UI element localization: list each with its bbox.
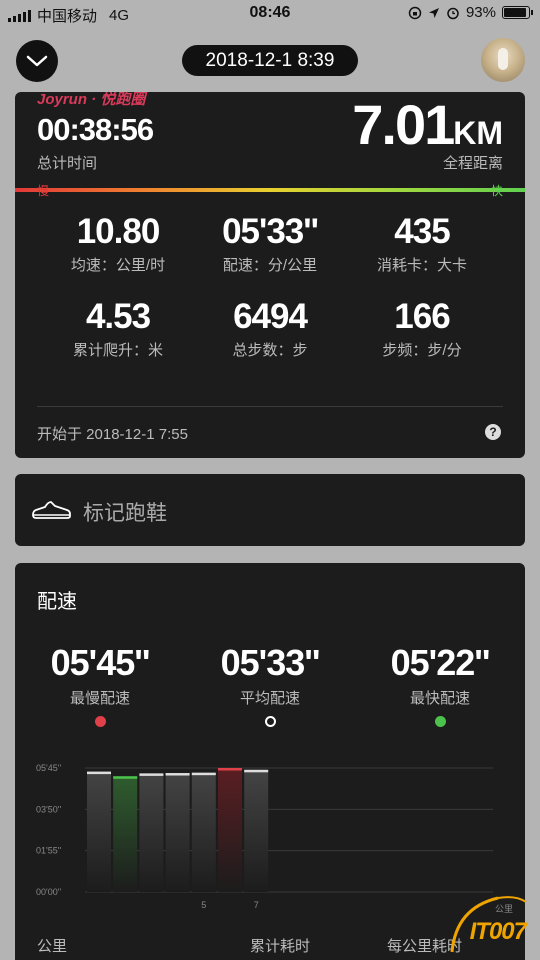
location-icon [428,7,439,18]
total-distance-label: 全程距离 [442,155,503,172]
slowest-pace-stat: 05'45'' 最慢配速 [15,643,185,727]
pace-bar-cap [113,776,138,779]
total-duration-label: 总计时间 [37,155,98,172]
stat-value: 166 [394,297,450,336]
pace-bar-cap [244,769,269,773]
pace-bar-cap [218,768,242,771]
y-tick-label: 00'00'' [36,887,61,897]
avg-speed-stat: 10.80 均速：公里/时 [33,212,203,275]
stat-value: 6494 [233,297,308,336]
average-pace-stat: 05'33'' 平均配速 [185,643,355,727]
pace-bar-cap [139,773,164,776]
cadence-stat: 166 步频：步/分 [337,297,507,360]
pace-bar-km-7 [244,769,269,892]
watermark: IT007 [446,890,532,956]
fast-label: 快 [490,184,503,198]
pace-bar-cap [87,771,111,775]
pace-title: 配速 [37,591,77,613]
pace-bar-cap [191,772,216,776]
battery-percent: 93% [465,4,496,21]
slow-label: 慢 [37,184,50,198]
fastest-pace-label: 最快配速 [409,690,470,707]
mark-shoe-label: 标记跑鞋 [83,502,167,525]
pace-bar-km-4 [165,773,190,892]
run-summary-card: Joyrun · 悦跑圈 00:38:56 总计时间 7.01KM 全程距离 慢… [15,92,525,458]
rotation-lock-icon [408,6,422,19]
pace-gradient-bar [15,188,525,192]
pace-bar-km-2 [113,776,138,892]
fastest-dot [434,716,446,727]
watermark-text: IT007 [469,918,527,945]
help-icon[interactable]: ? [485,424,501,440]
stat-label: 步频：步/分 [382,342,462,359]
y-tick-label: 03'50'' [36,804,61,814]
avatar[interactable] [481,38,525,82]
stat-value: 435 [394,212,450,251]
fastest-pace-stat: 05'22'' 最快配速 [355,643,525,727]
status-right: 93% [408,4,533,21]
divider [37,406,503,407]
column-cumulative-time: 累计耗时 [250,938,311,955]
slowest-pace-label: 最慢配速 [69,690,130,707]
average-pace-value: 05'33'' [220,642,321,683]
average-pace-label: 平均配速 [239,690,300,707]
total-steps-stat: 6494 总步数：步 [185,297,355,360]
mark-shoe-card[interactable]: 标记跑鞋 [15,474,525,546]
x-tick-label: 7 [254,900,259,910]
pace-bar-cap [165,773,190,776]
battery-icon [502,6,533,19]
status-bar: 中国移动 4G 08:46 93% [0,0,540,28]
slowest-dot [94,716,106,727]
calories-stat: 435 消耗卡：大卡 [337,212,507,275]
stat-label: 配速：分/公里 [222,257,318,274]
fastest-pace-value: 05'22'' [390,642,491,683]
column-km: 公里 [37,938,68,955]
stat-label: 消耗卡：大卡 [376,257,467,274]
pace-bar-km-6 [218,768,242,892]
stat-value: 10.80 [76,212,161,251]
chevron-down-icon [26,55,48,67]
run-date-pill: 2018-12-1 8:39 [182,45,358,76]
stat-label: 总步数：步 [232,342,308,359]
stat-value: 4.53 [85,297,151,336]
slowest-pace-value: 05'45'' [50,642,151,683]
average-dot [264,716,276,727]
total-duration: 00:38:56 [37,112,154,147]
y-tick-label: 01'55'' [36,846,61,856]
pace-bar-km-1 [87,771,111,892]
pace-bar-km-3 [139,773,164,892]
brand-logo: Joyrun · 悦跑圈 [37,92,146,108]
collapse-button[interactable] [16,40,58,82]
avg-pace-stat: 05'33'' 配速：分/公里 [185,212,355,275]
pace-bar-km-5 [191,772,216,892]
alarm-icon [447,7,459,19]
start-time: 开始于 2018-12-1 7:55 [37,426,188,443]
stat-label: 累计爬升：米 [72,342,163,359]
y-tick-label: 05'45'' [36,763,61,773]
stat-label: 均速：公里/时 [70,257,166,274]
distance-unit: KM [453,115,503,151]
distance-value: 7.01 [352,93,455,156]
shoe-icon [32,501,71,519]
stat-value: 05'33'' [222,212,319,251]
elevation-gain-stat: 4.53 累计爬升：米 [33,297,203,360]
total-distance: 7.01KM [352,92,503,157]
x-tick-label: 5 [201,900,206,910]
